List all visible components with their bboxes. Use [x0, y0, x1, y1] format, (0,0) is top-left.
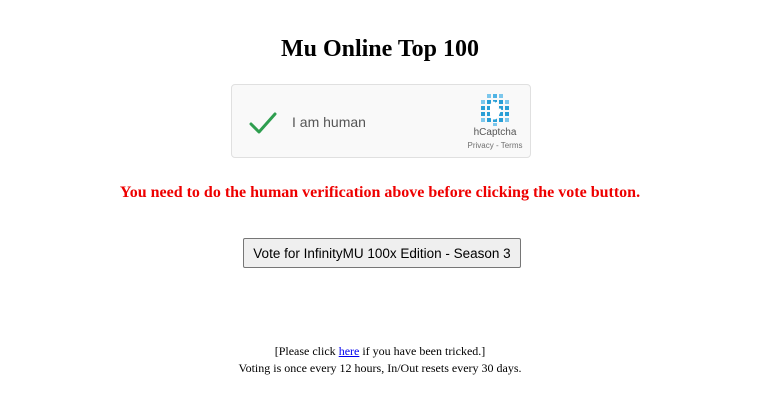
hcaptcha-logo-icon	[481, 94, 509, 126]
captcha-label: I am human	[292, 114, 366, 130]
hcaptcha-widget[interactable]: I am human hCaptcha Privacy - Terms	[231, 84, 531, 158]
captcha-link-separator: -	[493, 141, 501, 150]
tricked-notice-after: if you have been tricked.]	[359, 344, 486, 358]
voting-info: Voting is once every 12 hours, In/Out re…	[238, 361, 522, 375]
tricked-notice: [Please click here if you have been tric…	[0, 343, 760, 360]
captcha-links: Privacy - Terms	[457, 141, 533, 150]
verification-warning: You need to do the human verification ab…	[119, 184, 641, 201]
footer: [Please click here if you have been tric…	[0, 343, 760, 377]
page-title: Mu Online Top 100	[280, 36, 480, 62]
tricked-notice-before: [Please click	[274, 344, 339, 358]
vote-button[interactable]: Vote for InfinityMU 100x Edition - Seaso…	[243, 238, 521, 268]
privacy-link[interactable]: Privacy	[468, 141, 494, 150]
terms-link[interactable]: Terms	[501, 141, 523, 150]
checkmark-icon[interactable]	[248, 109, 278, 137]
captcha-brand: hCaptcha	[473, 127, 517, 138]
here-link[interactable]: here	[339, 344, 360, 358]
